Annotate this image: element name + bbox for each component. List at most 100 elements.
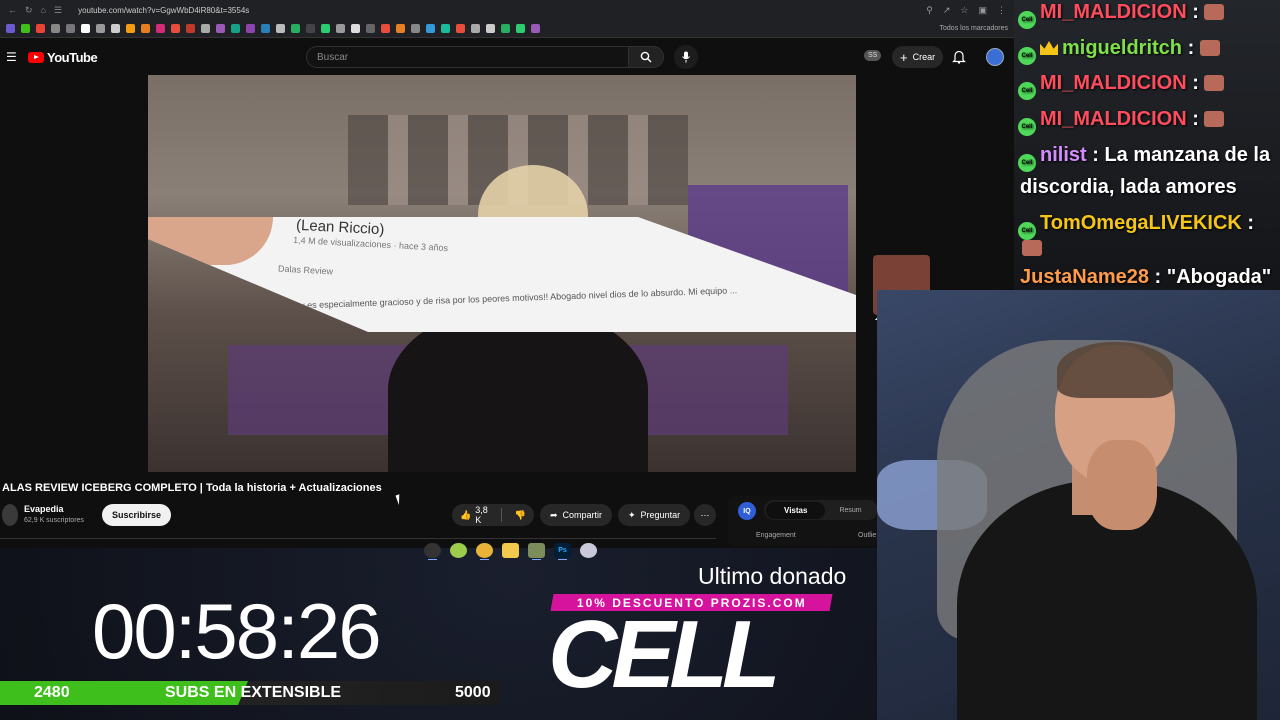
bookmark-icon[interactable] (66, 24, 75, 33)
subs-goal: 5000 (455, 684, 491, 701)
share-label: Compartir (562, 510, 603, 520)
subscribe-button[interactable]: Suscribirse (102, 504, 172, 526)
taskbar-app-icon[interactable] (580, 543, 597, 558)
like-divider (501, 508, 502, 522)
x-icon[interactable] (51, 24, 60, 33)
bookmark-icon[interactable] (516, 24, 525, 33)
voice-search-button[interactable] (674, 45, 698, 69)
channel-name[interactable]: Evapedia (24, 504, 64, 514)
chat-message: Cell MI_MALDICION : (1018, 71, 1225, 100)
taskbar-app-icon[interactable] (528, 543, 545, 560)
iq-icon[interactable]: IQ (738, 502, 756, 520)
tab-vistas[interactable]: Vistas (766, 501, 826, 519)
webcam-person-hair (1057, 342, 1173, 398)
bookmark-icon[interactable] (321, 24, 330, 33)
create-label: Crear (912, 52, 936, 62)
bookmark-icon[interactable] (306, 24, 315, 33)
dislike-button[interactable]: 👎 (507, 504, 534, 526)
youtube-logo-text: YouTube (47, 49, 98, 65)
emote-icon (1204, 75, 1225, 91)
chat-message: Cell nilist : La manzana de la (1018, 143, 1270, 172)
bookmark-icon[interactable] (171, 24, 180, 33)
bookmark-icon[interactable] (531, 24, 540, 33)
file-explorer-icon[interactable] (502, 543, 519, 558)
bookmark-icon[interactable] (351, 24, 360, 33)
bookmark-icon[interactable] (471, 24, 480, 33)
bookmark-icon[interactable] (261, 24, 270, 33)
bookmark-icon[interactable] (246, 24, 255, 33)
bookmark-icon[interactable] (441, 24, 450, 33)
bookmark-icon[interactable] (396, 24, 405, 33)
share-page-icon[interactable]: ↗ (943, 5, 951, 16)
video-title: ALAS REVIEW ICEBERG COMPLETO | Toda la h… (2, 482, 382, 494)
divider (0, 538, 716, 539)
account-avatar[interactable] (986, 48, 1004, 66)
site-info-icon[interactable]: ☰ (54, 5, 62, 16)
bookmark-icon[interactable] (81, 24, 90, 33)
bookmark-icon[interactable] (291, 24, 300, 33)
chat-message-continued: discordia, lada amores (1020, 175, 1237, 199)
webcam-person-hand (1087, 440, 1157, 530)
like-button[interactable]: 👍 3,8 K (452, 504, 496, 526)
browser-window: ← ↻ ⌂ ☰ youtube.com/watch?v=GgwWbD4iR80&… (0, 0, 1014, 548)
bookmark-icon[interactable] (501, 24, 510, 33)
more-actions-button[interactable]: ⋯ (694, 504, 716, 526)
ss-badge[interactable]: SS (864, 50, 882, 61)
emote-icon (1204, 4, 1225, 20)
reload-icon[interactable]: ↻ (25, 5, 33, 16)
chat-username: nilist (1040, 144, 1087, 166)
bookmark-icon[interactable] (231, 24, 240, 33)
tab-resumen[interactable]: Resum (839, 507, 861, 514)
share-button[interactable]: ➦ Compartir (540, 504, 613, 526)
search-icon (640, 51, 652, 63)
bookmark-icon[interactable] (366, 24, 375, 33)
cell-badge-icon: Cell (1018, 47, 1036, 65)
bookmark-icon[interactable] (21, 24, 30, 33)
gmail-icon[interactable] (36, 24, 45, 33)
bookmark-icon[interactable] (426, 24, 435, 33)
bookmark-icon[interactable] (381, 24, 390, 33)
bookmark-icon[interactable] (336, 24, 345, 33)
hamburger-menu-icon[interactable]: ☰ (6, 50, 22, 64)
star-icon[interactable]: ☆ (960, 5, 968, 16)
youtube-header: ☰ YouTube Buscar SS + Crear (0, 38, 1014, 76)
taskbar-app-icon[interactable] (450, 543, 467, 558)
chat-username: TomOmegaLIVEKICK (1040, 212, 1242, 234)
bookmark-icon[interactable] (486, 24, 495, 33)
bookmark-icon[interactable] (276, 24, 285, 33)
bookmark-icon[interactable] (216, 24, 225, 33)
back-icon[interactable]: ← (8, 5, 17, 15)
bookmark-icon[interactable] (141, 24, 150, 33)
overlay-face-image (148, 217, 273, 265)
bookmark-icon[interactable] (96, 24, 105, 33)
taskbar-app-icon[interactable] (424, 543, 441, 560)
photoshop-icon[interactable]: Ps (554, 543, 571, 560)
bookmark-icon[interactable] (456, 24, 465, 33)
notifications-bell-icon[interactable] (952, 49, 966, 64)
stream-screen: ← ↻ ⌂ ☰ youtube.com/watch?v=GgwWbD4iR80&… (0, 0, 1280, 720)
url-text[interactable]: youtube.com/watch?v=GgwWbD4iR80&t=3554s (78, 6, 249, 15)
instagram-icon[interactable] (156, 24, 165, 33)
channel-avatar[interactable] (2, 504, 18, 526)
bookmark-icon[interactable] (201, 24, 210, 33)
thumbs-up-icon: 👍 (460, 509, 472, 520)
search-input[interactable]: Buscar (306, 46, 628, 68)
last-donor-label: Ultimo donado (698, 563, 847, 589)
zoom-icon[interactable]: ⚲ (926, 5, 933, 16)
search-button[interactable] (628, 46, 664, 68)
create-button[interactable]: + Crear (892, 46, 944, 68)
menu-icon[interactable]: ⋮ (997, 5, 1006, 16)
bookmark-icon[interactable] (411, 24, 420, 33)
chrome-icon[interactable] (476, 543, 493, 560)
youtube-logo[interactable]: YouTube (28, 49, 98, 65)
bookmark-icon[interactable] (186, 24, 195, 33)
bookmark-icon[interactable] (111, 24, 120, 33)
photoshop-label: Ps (558, 547, 567, 554)
home-icon[interactable]: ⌂ (41, 5, 46, 15)
video-player[interactable]: (Lean Riccio) 1,4 M de visualizaciones ·… (148, 75, 856, 472)
extensions-icon[interactable]: ▣ (978, 5, 987, 16)
ask-button[interactable]: ✦ Preguntar (618, 504, 691, 526)
all-bookmarks-link[interactable]: Todos los marcadores (940, 25, 1008, 32)
bookmark-icon[interactable] (126, 24, 135, 33)
bookmark-icon[interactable] (6, 24, 15, 33)
